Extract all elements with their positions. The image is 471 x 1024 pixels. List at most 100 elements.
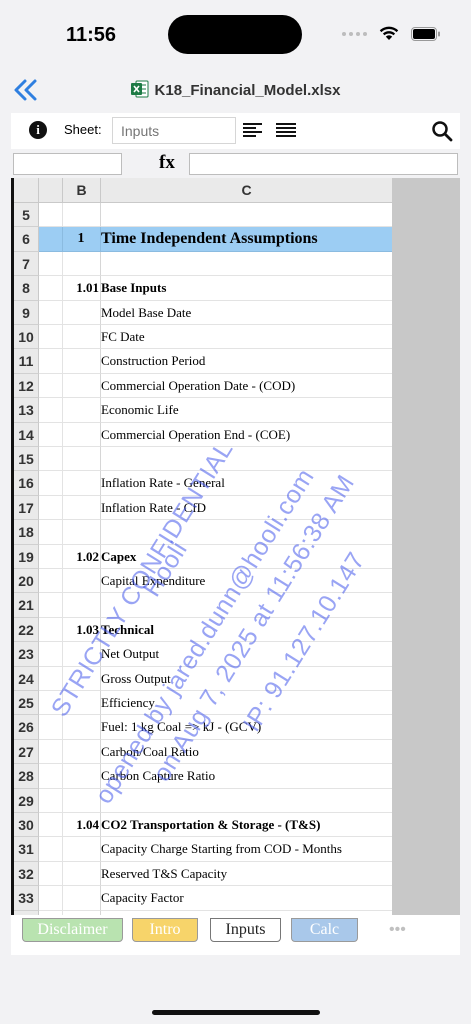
table-row[interactable]: 8 1.01 Base Inputs (14, 276, 392, 301)
cell-a[interactable] (39, 691, 63, 716)
cell-b[interactable] (63, 300, 101, 325)
column-header-a[interactable] (39, 178, 63, 203)
cell-a[interactable] (39, 227, 63, 252)
cell-a[interactable] (39, 837, 63, 862)
cell-a[interactable] (39, 593, 63, 618)
cell-a[interactable] (39, 325, 63, 350)
cell-a[interactable] (39, 569, 63, 594)
row-number[interactable]: 12 (14, 373, 39, 399)
cell-a[interactable] (39, 813, 63, 838)
cell-b[interactable] (63, 349, 101, 374)
table-row[interactable]: 23 Net Output (14, 642, 392, 667)
column-header-b[interactable]: B (63, 178, 101, 203)
cell-c[interactable]: Carbon Capture Ratio (101, 764, 392, 789)
cell-c[interactable]: CO2 Transportation & Storage - (T&S) (101, 813, 392, 838)
cell-c[interactable] (101, 593, 392, 618)
cell-c[interactable]: Fuel: 1 kg Coal => kJ - (GCV) (101, 715, 392, 740)
cell-a[interactable] (39, 422, 63, 447)
cell-a[interactable] (39, 544, 63, 569)
tab-intro[interactable]: Intro (132, 918, 198, 942)
cell-c[interactable]: Capacity Factor (101, 886, 392, 911)
cell-c[interactable]: Technical (101, 618, 392, 643)
cell-a[interactable] (39, 886, 63, 911)
cell-b[interactable] (63, 593, 101, 618)
table-row[interactable]: 13 Economic Life (14, 398, 392, 423)
spreadsheet-grid[interactable]: B C 5 6 1 Time Independent Assumptions 7 8 1.0… (11, 178, 460, 915)
table-row[interactable]: 6 1 Time Independent Assumptions (14, 227, 392, 252)
table-row[interactable]: 22 1.03 Technical (14, 617, 392, 643)
cell-b[interactable]: 1.01 (63, 276, 101, 301)
cell-a[interactable] (39, 642, 63, 667)
home-indicator[interactable] (152, 1010, 320, 1015)
table-row[interactable]: 25 Efficiency (14, 691, 392, 716)
row-number[interactable]: 19 (14, 544, 39, 569)
cell-a[interactable] (39, 276, 63, 301)
cell-b[interactable] (63, 373, 101, 399)
row-number[interactable]: 25 (14, 691, 39, 716)
row-number[interactable]: 20 (14, 569, 39, 594)
row-number[interactable]: 33 (14, 886, 39, 911)
cell-c[interactable]: Inflation Rate - General (101, 471, 392, 496)
cell-c[interactable] (101, 789, 392, 813)
tab-disclaimer[interactable]: Disclaimer (22, 918, 123, 942)
cell-c[interactable]: Commercial Operation End - (COE) (101, 423, 392, 447)
table-row[interactable]: 32 Reserved T&S Capacity (14, 861, 392, 887)
cell-c[interactable]: Gross Output (101, 667, 392, 691)
table-row[interactable]: 29 (14, 788, 392, 813)
cell-a[interactable] (39, 520, 63, 545)
row-number[interactable]: 14 (14, 422, 39, 447)
cell-a[interactable] (39, 617, 63, 643)
align-left-icon[interactable] (243, 122, 263, 138)
row-number[interactable]: 26 (14, 715, 39, 740)
table-row[interactable]: 18 (14, 520, 392, 545)
column-header-c[interactable]: C (101, 178, 392, 203)
cell-b[interactable] (63, 715, 101, 740)
sheet-search-input[interactable] (112, 117, 236, 144)
row-number[interactable]: 6 (14, 227, 39, 252)
cell-b[interactable] (63, 520, 101, 545)
table-row[interactable]: 15 (14, 447, 392, 472)
row-number[interactable]: 22 (14, 617, 39, 643)
row-number[interactable]: 32 (14, 861, 39, 887)
cell-b[interactable] (63, 739, 101, 765)
cell-b[interactable] (63, 788, 101, 813)
cell-c[interactable]: Reserved T&S Capacity (101, 862, 392, 887)
row-number[interactable]: 31 (14, 837, 39, 862)
cell-b[interactable] (63, 251, 101, 277)
cell-b[interactable] (63, 666, 101, 691)
row-number[interactable]: 21 (14, 593, 39, 618)
cell-c[interactable]: Carbon/Coal Ratio (101, 740, 392, 765)
cell-a[interactable] (39, 349, 63, 374)
cell-b[interactable] (63, 422, 101, 447)
cell-c[interactable]: Capacity Charge Starting from COD - Mont… (101, 837, 392, 862)
cell-b[interactable] (63, 642, 101, 667)
table-row[interactable]: 5 (14, 203, 392, 228)
cell-c[interactable]: Net Output (101, 642, 392, 667)
cell-b[interactable] (63, 447, 101, 472)
row-number[interactable]: 15 (14, 447, 39, 472)
tab-inputs[interactable]: Inputs (210, 918, 281, 942)
table-row[interactable]: 21 (14, 593, 392, 618)
formula-input[interactable] (189, 153, 458, 175)
row-number[interactable]: 23 (14, 642, 39, 667)
row-number[interactable]: 13 (14, 398, 39, 423)
cell-a[interactable] (39, 203, 63, 228)
cell-c[interactable]: FC Date (101, 325, 392, 350)
cell-b[interactable] (63, 569, 101, 594)
cell-a[interactable] (39, 300, 63, 325)
cell-a[interactable] (39, 398, 63, 423)
table-row[interactable]: 16 Inflation Rate - General (14, 471, 392, 496)
table-row[interactable]: 10 FC Date (14, 325, 392, 350)
cell-c[interactable]: Base Inputs (101, 276, 392, 301)
cell-b[interactable] (63, 325, 101, 350)
cell-c[interactable]: Construction Period (101, 349, 392, 374)
cell-c[interactable] (101, 447, 392, 472)
table-row[interactable]: 30 1.04 CO2 Transportation & Storage - (T&… (14, 813, 392, 838)
search-icon[interactable] (431, 120, 453, 142)
row-number[interactable]: 10 (14, 325, 39, 350)
info-icon[interactable]: i (29, 121, 47, 139)
cell-a[interactable] (39, 251, 63, 277)
corner-header[interactable] (14, 178, 39, 203)
table-row[interactable]: 14 Commercial Operation End - (COE) (14, 422, 392, 447)
cell-c[interactable]: Efficiency (101, 691, 392, 716)
